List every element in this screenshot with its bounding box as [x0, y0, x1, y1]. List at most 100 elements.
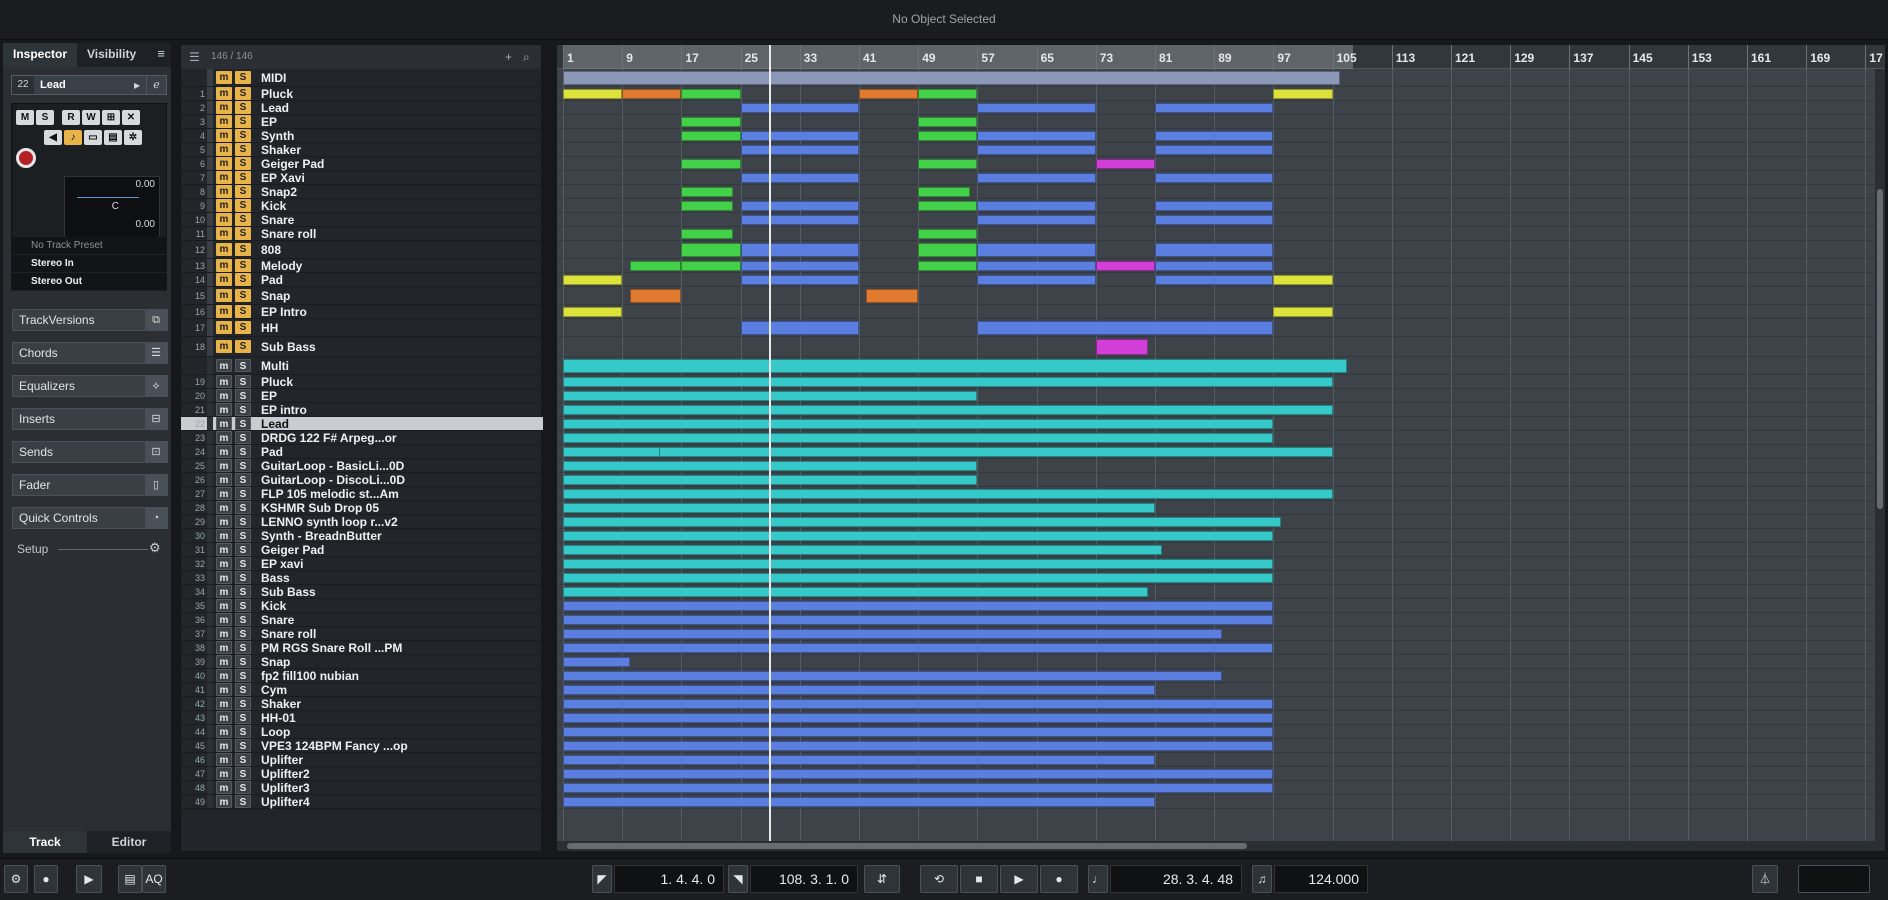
event-part[interactable]	[1155, 145, 1274, 155]
mute-button[interactable]: m	[216, 753, 232, 766]
bypass-icon[interactable]: ✕	[122, 110, 140, 125]
track-lane[interactable]	[557, 337, 1885, 357]
event-part[interactable]	[977, 261, 1096, 271]
event-part[interactable]	[563, 405, 1333, 415]
mute-button[interactable]: m	[216, 403, 232, 416]
track-row[interactable]: 15 m S Snap	[181, 287, 543, 305]
position-display[interactable]: 28. 3. 4. 48	[1110, 865, 1242, 893]
mute-button[interactable]: m	[216, 185, 232, 198]
add-track-icon[interactable]: +	[505, 45, 512, 69]
track-row[interactable]: 38 m S PM RGS Snare Roll ...PM	[181, 641, 543, 655]
event-part[interactable]	[563, 433, 1274, 443]
time-format-icon[interactable]: ♩	[1088, 865, 1108, 893]
solo-button[interactable]: S	[235, 571, 251, 584]
event-part[interactable]	[740, 173, 859, 183]
track-row[interactable]: 1 m S Pluck	[181, 87, 543, 101]
nudge-icon[interactable]: ⇵	[864, 865, 900, 893]
event-part[interactable]	[563, 713, 1274, 723]
track-lane[interactable]	[557, 227, 1885, 241]
track-row[interactable]: 23 m S DRDG 122 F# Arpeg...or	[181, 431, 543, 445]
solo-button[interactable]: S	[235, 213, 251, 226]
mute-button[interactable]: m	[216, 87, 232, 100]
tab-editor[interactable]: Editor	[87, 831, 171, 853]
right-locator-display[interactable]: 108. 3. 1. 0	[750, 865, 858, 893]
track-row[interactable]: 43 m S HH-01	[181, 711, 543, 725]
mute-button[interactable]: m	[216, 725, 232, 738]
event-part[interactable]	[1155, 243, 1274, 257]
aq-button[interactable]: AQ	[142, 865, 166, 893]
solo-button[interactable]: S	[235, 115, 251, 128]
event-part[interactable]	[918, 117, 978, 127]
event-part[interactable]	[1155, 201, 1274, 211]
event-part[interactable]	[563, 615, 1274, 625]
freeze-icon[interactable]: ✲	[124, 130, 142, 145]
track-row[interactable]: 9 m S Kick	[181, 199, 543, 213]
solo-button[interactable]: S	[235, 340, 251, 353]
track-row[interactable]: 30 m S Synth - BreadnButter	[181, 529, 543, 543]
track-row[interactable]: 28 m S KSHMR Sub Drop 05	[181, 501, 543, 515]
event-part[interactable]	[740, 261, 859, 271]
solo-button[interactable]: S	[235, 557, 251, 570]
mute-button[interactable]: m	[216, 115, 232, 128]
solo-button[interactable]: S	[235, 389, 251, 402]
event-part[interactable]	[563, 727, 1274, 737]
event-part[interactable]	[977, 243, 1096, 257]
solo-button[interactable]: S	[235, 767, 251, 780]
track-lane[interactable]	[557, 185, 1885, 199]
right-locator-icon[interactable]: ◥	[728, 865, 748, 893]
section-chords[interactable]: Chords ☰	[12, 342, 168, 364]
solo-button[interactable]: S	[235, 129, 251, 142]
mute-button[interactable]: m	[216, 171, 232, 184]
event-part[interactable]	[918, 187, 970, 197]
solo-button[interactable]: S	[235, 613, 251, 626]
solo-button[interactable]: S	[235, 289, 251, 302]
event-part[interactable]	[1095, 339, 1148, 355]
solo-button[interactable]: S	[235, 739, 251, 752]
event-part[interactable]	[681, 229, 734, 239]
track-preset[interactable]: No Track Preset	[11, 237, 167, 255]
event-part[interactable]	[563, 359, 1348, 373]
event-part[interactable]	[977, 131, 1096, 141]
mute-button[interactable]: m	[216, 445, 232, 458]
metronome-icon[interactable]: ⏃	[1752, 865, 1778, 893]
mute-button[interactable]: m	[216, 289, 232, 302]
event-part[interactable]	[563, 587, 1148, 597]
event-part[interactable]	[918, 229, 978, 239]
mute-button[interactable]: m	[216, 340, 232, 353]
snap-icon[interactable]: ▤	[118, 865, 142, 893]
mute-button[interactable]: m	[216, 641, 232, 654]
event-part[interactable]	[563, 559, 1274, 569]
record-enable-button[interactable]	[16, 148, 36, 168]
track-row[interactable]: 14 m S Pad	[181, 273, 543, 287]
mute-button[interactable]: m	[216, 459, 232, 472]
search-icon[interactable]: ⌕	[523, 45, 530, 69]
mute-button[interactable]: m	[216, 795, 232, 808]
mute-button[interactable]: m	[216, 767, 232, 780]
event-lanes[interactable]	[557, 69, 1885, 851]
tab-inspector[interactable]: Inspector	[3, 43, 78, 67]
solo-button[interactable]: S	[235, 375, 251, 388]
mute-button[interactable]: m	[216, 259, 232, 272]
track-row[interactable]: 27 m S FLP 105 melodic st...Am	[181, 487, 543, 501]
track-row[interactable]: 13 m S Melody	[181, 259, 543, 273]
event-part[interactable]	[563, 89, 623, 99]
event-part[interactable]	[1155, 261, 1274, 271]
track-row[interactable]: 32 m S EP xavi	[181, 557, 543, 571]
section-trackversions[interactable]: TrackVersions ⧉	[12, 309, 168, 331]
track-row[interactable]: 36 m S Snare	[181, 613, 543, 627]
solo-button[interactable]: S	[235, 543, 251, 556]
event-part[interactable]	[977, 321, 1274, 335]
event-part[interactable]	[740, 201, 859, 211]
lanes-icon[interactable]: ▤	[104, 130, 122, 145]
track-row[interactable]: 34 m S Sub Bass	[181, 585, 543, 599]
solo-button[interactable]: S	[235, 473, 251, 486]
event-part[interactable]	[681, 243, 741, 257]
chevron-right-icon[interactable]: ▶	[134, 81, 146, 90]
lock-icon[interactable]: ▭	[84, 130, 102, 145]
event-part[interactable]	[866, 289, 919, 303]
track-row[interactable]: 22 m S Lead	[181, 417, 543, 431]
solo-button[interactable]: S	[235, 359, 251, 372]
event-part[interactable]	[740, 131, 859, 141]
solo-button[interactable]: S	[235, 669, 251, 682]
mute-button[interactable]: M	[16, 110, 34, 125]
